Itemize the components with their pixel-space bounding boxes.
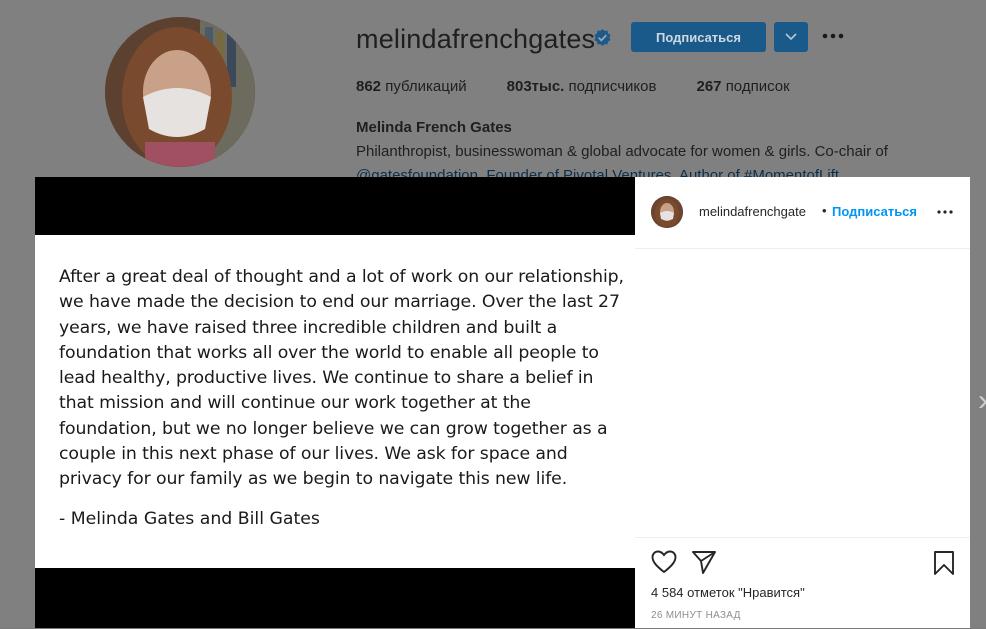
profile-bio: Philanthropist, businesswoman & global a…	[356, 143, 888, 160]
following-count[interactable]: 267 подписок	[696, 78, 789, 95]
chevron-down-icon	[785, 33, 797, 41]
post-timestamp[interactable]: 26 МИНУТ НАЗАД	[651, 610, 741, 621]
next-post-arrow-icon[interactable]: ›	[978, 384, 986, 418]
heart-icon[interactable]	[651, 550, 677, 579]
profile-username: melindafrenchgates	[356, 24, 596, 54]
post-header: melindafrenchgate • Подписаться	[635, 177, 970, 249]
post-statement-card: After a great deal of thought and a lot …	[35, 235, 635, 568]
post-author-username[interactable]: melindafrenchgate	[699, 204, 806, 219]
suggested-dropdown-button[interactable]	[774, 22, 808, 52]
follow-button[interactable]: Подписаться	[631, 22, 766, 52]
profile-avatar[interactable]	[105, 17, 255, 167]
more-options-icon[interactable]	[821, 27, 847, 45]
post-statement-text: After a great deal of thought and a lot …	[59, 267, 624, 490]
bookmark-icon[interactable]	[933, 550, 955, 581]
share-send-icon[interactable]	[691, 550, 717, 579]
post-image: After a great deal of thought and a lot …	[35, 177, 635, 628]
likes-count[interactable]: 4 584 отметок "Нравится"	[651, 585, 805, 600]
header-separator: •	[822, 203, 827, 218]
post-author-avatar[interactable]	[651, 196, 683, 228]
verified-badge-icon	[593, 28, 612, 47]
post-actions: 4 584 отметок "Нравится" 26 МИНУТ НАЗАД	[635, 537, 970, 629]
post-more-options-icon[interactable]	[937, 199, 953, 220]
post-signature: - Melinda Gates and Bill Gates	[59, 509, 320, 529]
posts-count: 862 публикаций	[356, 78, 467, 95]
profile-full-name: Melinda French Gates	[356, 119, 512, 136]
followers-count[interactable]: 803тыс. подписчиков	[507, 78, 657, 95]
post-follow-link[interactable]: Подписаться	[832, 204, 917, 219]
profile-stats: 862 публикаций 803тыс. подписчиков 267 п…	[356, 78, 830, 95]
post-side-panel: melindafrenchgate • Подписаться 4 584 от	[635, 177, 970, 628]
